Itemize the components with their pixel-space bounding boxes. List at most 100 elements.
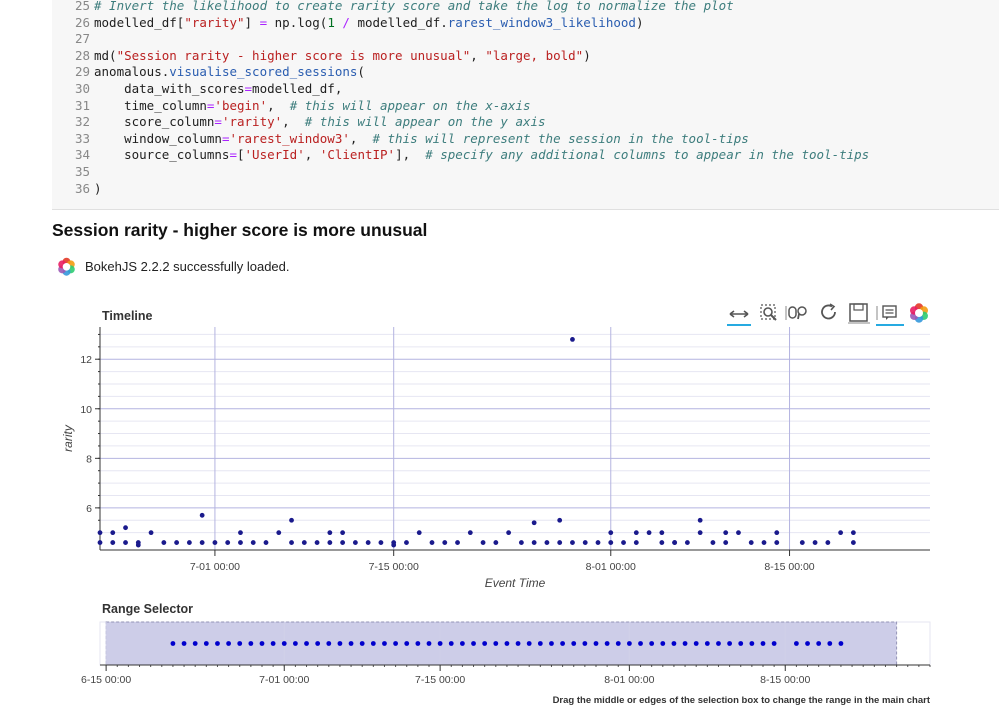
timeline-data-point[interactable]: [621, 540, 626, 545]
timeline-data-point[interactable]: [595, 540, 601, 545]
x-pan-icon[interactable]: [726, 302, 752, 326]
timeline-data-point[interactable]: [761, 540, 767, 545]
timeline-data-point[interactable]: [812, 540, 818, 545]
timeline-data-point[interactable]: [238, 540, 243, 545]
timeline-data-point[interactable]: [697, 530, 703, 536]
timeline-data-point[interactable]: [327, 530, 333, 536]
timeline-data-point[interactable]: [110, 530, 116, 536]
timeline-data-point[interactable]: [582, 540, 588, 545]
timeline-data-point[interactable]: [416, 530, 422, 536]
timeline-data-point[interactable]: [199, 512, 205, 518]
timeline-data-point[interactable]: [799, 540, 805, 545]
timeline-data-point[interactable]: [659, 530, 665, 536]
range-data-point: [805, 641, 810, 646]
timeline-data-point[interactable]: [148, 530, 154, 536]
bokeh-logo-icon[interactable]: [908, 302, 930, 326]
timeline-data-point[interactable]: [238, 530, 243, 536]
save-icon[interactable]: [848, 302, 870, 326]
timeline-data-point[interactable]: [659, 540, 665, 545]
timeline-data-point[interactable]: [340, 530, 346, 536]
timeline-data-point[interactable]: [97, 530, 103, 536]
timeline-data-point[interactable]: [314, 540, 320, 545]
code-token: time_column: [94, 97, 207, 113]
range-data-point: [838, 641, 844, 646]
timeline-data-point[interactable]: [838, 530, 844, 536]
timeline-data-point[interactable]: [391, 542, 397, 548]
range-data-point: [615, 641, 621, 646]
timeline-data-point[interactable]: [110, 540, 116, 545]
timeline-data-point[interactable]: [225, 540, 231, 545]
timeline-data-point[interactable]: [161, 540, 167, 545]
timeline-data-point[interactable]: [570, 540, 575, 545]
timeline-data-point[interactable]: [135, 542, 141, 548]
timeline-data-point[interactable]: [352, 540, 358, 545]
timeline-data-point[interactable]: [633, 530, 639, 536]
timeline-data-point[interactable]: [608, 540, 614, 545]
range-selection-box[interactable]: [105, 621, 898, 666]
timeline-data-point[interactable]: [365, 540, 371, 545]
timeline-data-point[interactable]: [467, 530, 473, 536]
hover-icon[interactable]: [876, 302, 904, 326]
timeline-data-point[interactable]: [442, 540, 448, 545]
reset-icon[interactable]: [818, 302, 840, 326]
timeline-data-point[interactable]: [723, 530, 729, 536]
timeline-data-point[interactable]: [697, 517, 703, 523]
timeline-data-point[interactable]: [212, 540, 218, 545]
code-token: =: [259, 14, 268, 30]
timeline-data-point[interactable]: [736, 530, 741, 536]
timeline-data-point[interactable]: [493, 540, 499, 545]
timeline-data-point[interactable]: [263, 540, 269, 545]
timeline-data-point[interactable]: [710, 540, 716, 545]
code-line: modelled_df["rarity"] = np.log(1 / model…: [94, 15, 999, 32]
timeline-data-point[interactable]: [684, 540, 690, 545]
box-zoom-icon[interactable]: [758, 302, 780, 326]
timeline-data-point[interactable]: [506, 530, 512, 536]
range-data-point: [671, 641, 677, 646]
code-token: 1: [327, 14, 335, 30]
timeline-data-point[interactable]: [850, 530, 856, 536]
timeline-data-point[interactable]: [480, 540, 486, 545]
range-data-point: [727, 641, 732, 646]
timeline-data-point[interactable]: [570, 336, 575, 342]
timeline-data-point[interactable]: [825, 540, 831, 545]
timeline-data-point[interactable]: [557, 540, 563, 545]
timeline-data-point[interactable]: [531, 540, 537, 545]
timeline-data-point[interactable]: [289, 540, 294, 545]
code-editor[interactable]: # Invert the likelihood to create rarity…: [94, 0, 999, 197]
line-number: 28: [74, 47, 90, 63]
timeline-data-point[interactable]: [429, 540, 435, 545]
timeline-data-point[interactable]: [276, 530, 282, 536]
timeline-data-point[interactable]: [199, 540, 205, 545]
timeline-data-point[interactable]: [633, 540, 639, 545]
timeline-data-point[interactable]: [774, 540, 780, 545]
timeline-data-point[interactable]: [672, 540, 678, 545]
timeline-data-point[interactable]: [557, 517, 563, 523]
timeline-data-point[interactable]: [455, 540, 460, 545]
timeline-data-point[interactable]: [123, 540, 128, 545]
timeline-data-point[interactable]: [723, 540, 729, 545]
wheel-zoom-icon[interactable]: [784, 302, 812, 326]
code-cell[interactable]: 25 26 27 28 29 30 31 32 33 34 35 36 # Invert the li…: [52, 0, 999, 210]
code-line: anomalous.visualise_scored_sessions(: [94, 64, 999, 81]
timeline-data-point[interactable]: [404, 540, 409, 545]
timeline-data-point[interactable]: [646, 530, 652, 536]
timeline-data-point[interactable]: [250, 540, 256, 545]
timeline-data-point[interactable]: [531, 520, 537, 526]
timeline-data-point[interactable]: [174, 540, 180, 545]
timeline-data-point[interactable]: [378, 540, 384, 545]
timeline-data-point[interactable]: [748, 540, 754, 545]
code-token: 'begin': [214, 97, 268, 113]
timeline-data-point[interactable]: [97, 540, 103, 545]
timeline-data-point[interactable]: [186, 540, 192, 545]
timeline-data-point[interactable]: [608, 530, 614, 536]
timeline-data-point[interactable]: [289, 517, 294, 523]
timeline-data-point[interactable]: [518, 540, 524, 545]
timeline-data-point[interactable]: [301, 540, 307, 545]
timeline-data-point[interactable]: [774, 530, 780, 536]
timeline-data-point[interactable]: [850, 540, 856, 545]
timeline-data-point[interactable]: [327, 540, 333, 545]
timeline-data-point[interactable]: [544, 540, 550, 545]
timeline-data-point[interactable]: [123, 525, 128, 531]
bokeh-plot-area[interactable]: Timeline 6 8 10 12 7-01 00:00 7-15 00:00 8-01 0…: [0, 295, 999, 695]
timeline-data-point[interactable]: [340, 540, 346, 545]
